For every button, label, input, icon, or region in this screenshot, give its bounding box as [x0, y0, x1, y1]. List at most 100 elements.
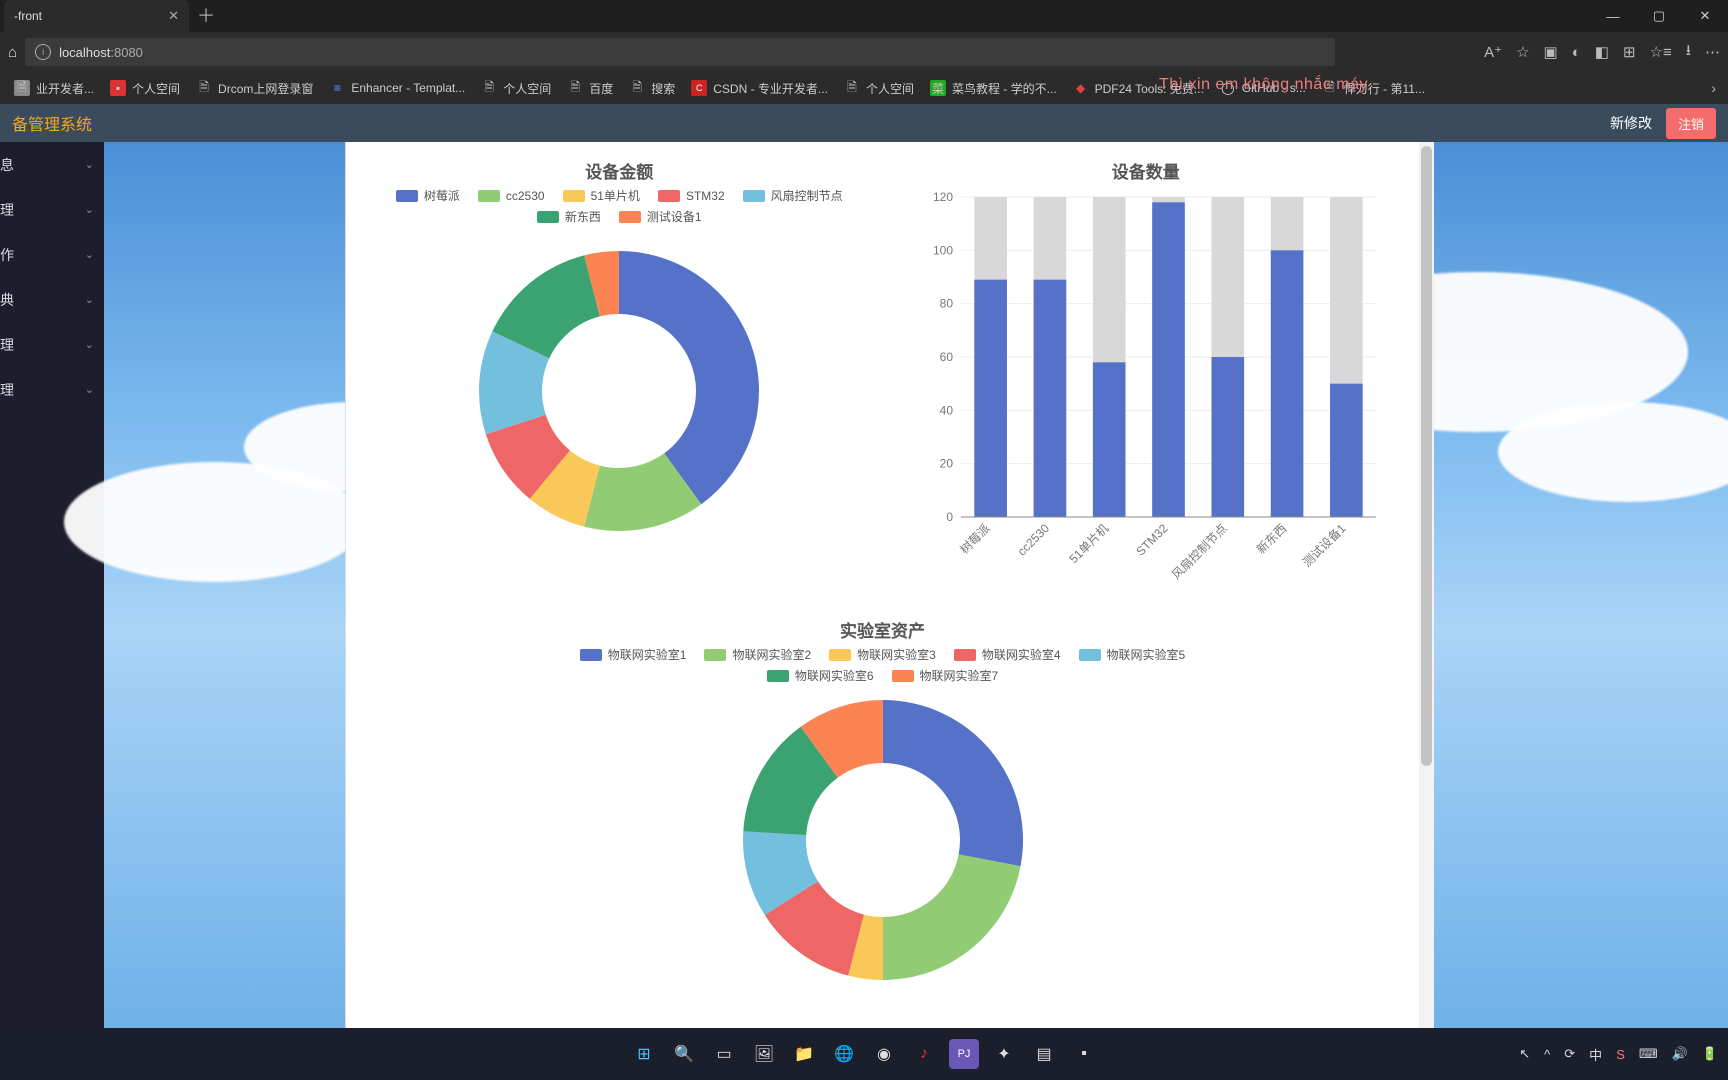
vertical-scrollbar[interactable] [1419, 142, 1434, 1028]
bookmarks-overflow-icon[interactable]: › [1711, 80, 1716, 96]
favorites-bar-icon[interactable]: ☆≡ [1650, 43, 1672, 61]
notepad-icon[interactable]: ▤ [1029, 1039, 1059, 1069]
bookmark-item[interactable]: 🗎Drcom上网登录窗 [190, 76, 319, 101]
url-port: :8080 [110, 45, 143, 60]
y-tick-label: 40 [939, 403, 953, 417]
extensions-menu-icon[interactable]: ⊞ [1623, 43, 1636, 61]
donut-slice[interactable] [883, 700, 1023, 866]
bookmark-item[interactable]: 菜菜鸟教程 - 学的不... [924, 76, 1063, 101]
address-bar[interactable]: i localhost:8080 [25, 38, 1335, 66]
system-tray[interactable]: ↖ ^ ⟳ 中 S ⌨ 🔊 🔋 [1519, 1028, 1718, 1080]
legend-swatch [580, 649, 602, 661]
legend-item[interactable]: 物联网实验室6 [767, 667, 874, 684]
app-menu-icon[interactable]: ⋯ [1705, 43, 1720, 61]
legend-item[interactable]: 物联网实验室7 [892, 667, 999, 684]
home-icon[interactable]: ⌂ [8, 44, 17, 61]
bookmark-label: Drcom上网登录窗 [218, 80, 313, 97]
chrome-icon[interactable]: ◉ [869, 1039, 899, 1069]
extension-icon[interactable]: ◐ [1572, 44, 1581, 61]
bar[interactable] [1330, 384, 1363, 517]
chart-title: 设备金额 [366, 158, 873, 183]
legend-item[interactable]: 风扇控制节点 [743, 187, 843, 204]
x-tick-label: cc2530 [1015, 521, 1052, 558]
legend-item[interactable]: 物联网实验室5 [1079, 646, 1186, 663]
collections-icon[interactable]: ▣ [1544, 43, 1558, 61]
volume-icon[interactable]: 🔊 [1672, 1046, 1688, 1062]
legend-item[interactable]: 树莓派 [396, 187, 460, 204]
app-icon[interactable]: ✦ [989, 1039, 1019, 1069]
browser-tab[interactable]: -front ✕ [4, 0, 189, 32]
new-tab-button[interactable]: ＋ [197, 2, 215, 28]
window-minimize-icon[interactable]: — [1590, 0, 1636, 32]
sidebar-item-label: 理 [0, 380, 14, 400]
battery-icon[interactable]: 🔋 [1702, 1046, 1718, 1062]
legend-item[interactable]: 新东西 [537, 208, 601, 225]
downloads-icon[interactable]: ⭳ [1686, 40, 1691, 65]
bookmark-item[interactable]: 🗎个人空间 [475, 76, 557, 101]
close-tab-icon[interactable]: ✕ [168, 8, 179, 24]
window-maximize-icon[interactable]: ▢ [1636, 0, 1682, 32]
terminal-icon[interactable]: ▪ [1069, 1039, 1099, 1069]
bookmark-item[interactable]: ≡Enhancer - Templat... [323, 76, 471, 100]
ime-indicator[interactable]: 中 [1589, 1045, 1602, 1064]
chart-title: 实验室资产 [563, 617, 1203, 642]
edge-icon[interactable]: 🌐 [829, 1039, 859, 1069]
bookmark-item[interactable]: CCSDN - 专业开发者... [685, 76, 834, 101]
extension2-icon[interactable]: ◧ [1595, 43, 1609, 61]
legend-item[interactable]: 测试设备1 [619, 208, 702, 225]
sidebar-item[interactable]: 息⌄ [0, 142, 104, 187]
photos-icon[interactable]: 🖼 [749, 1039, 779, 1069]
legend-label: 风扇控制节点 [771, 187, 843, 204]
taskview-icon[interactable]: ▭ [709, 1039, 739, 1069]
start-icon[interactable]: ⊞ [629, 1039, 659, 1069]
bar[interactable] [1152, 202, 1185, 517]
sidebar-item[interactable]: 理⌄ [0, 187, 104, 232]
search-icon[interactable]: 🔍 [669, 1039, 699, 1069]
legend-swatch [563, 190, 585, 202]
window-close-icon[interactable]: ✕ [1682, 0, 1728, 32]
sidebar-item[interactable]: 理⌄ [0, 322, 104, 367]
chart-legend[interactable]: 物联网实验室1 物联网实验室2 物联网实验室3 物联网实验室4 物联网实验室5 物联网实验… [563, 646, 1203, 684]
y-tick-label: 20 [939, 457, 953, 471]
legend-item[interactable]: 物联网实验室4 [954, 646, 1061, 663]
legend-label: cc2530 [506, 189, 545, 203]
bookmark-item[interactable]: 🗎业开发者... [8, 76, 100, 101]
tray-sync-icon[interactable]: ⟳ [1564, 1046, 1575, 1062]
explorer-icon[interactable]: 📁 [789, 1039, 819, 1069]
bookmark-label: CSDN - 专业开发者... [713, 80, 828, 97]
bookmark-item[interactable]: ▪个人空间 [104, 76, 186, 101]
y-tick-label: 120 [933, 190, 953, 204]
chart-legend[interactable]: 树莓派 cc2530 51单片机 STM32 风扇控制节点新东西 测试设备1 [366, 187, 873, 225]
bookmark-item[interactable]: 🗎个人空间 [838, 76, 920, 101]
logout-button[interactable]: 注销 [1666, 108, 1716, 139]
legend-item[interactable]: 物联网实验室1 [580, 646, 687, 663]
bar[interactable] [1033, 280, 1066, 517]
tray-app-icon[interactable]: S [1616, 1047, 1625, 1062]
legend-item[interactable]: 物联网实验室3 [829, 646, 936, 663]
sidebar-item[interactable]: 典⌄ [0, 277, 104, 322]
site-info-icon[interactable]: i [35, 44, 51, 60]
bar[interactable] [1271, 250, 1304, 517]
legend-item[interactable]: cc2530 [478, 187, 545, 204]
donut-slice[interactable] [883, 854, 1021, 980]
sidebar-item[interactable]: 理⌄ [0, 367, 104, 412]
bar[interactable] [1211, 357, 1244, 517]
legend-item[interactable]: 物联网实验室2 [704, 646, 811, 663]
favorite-icon[interactable]: ☆ [1516, 43, 1529, 61]
pycharm-icon[interactable]: PJ [949, 1039, 979, 1069]
header-link-edit[interactable]: 新修改 [1610, 113, 1652, 133]
bookmark-item[interactable]: 🗎搜索 [623, 76, 681, 101]
legend-item[interactable]: STM32 [658, 187, 725, 204]
tray-expand-icon[interactable]: ^ [1544, 1047, 1550, 1062]
read-aloud-icon[interactable]: A⁺ [1484, 43, 1502, 61]
netease-icon[interactable]: ♪ [909, 1039, 939, 1069]
tray-input-icon[interactable]: ⌨ [1639, 1046, 1658, 1062]
bar[interactable] [974, 280, 1007, 517]
windows-taskbar[interactable]: ⊞ 🔍 ▭ 🖼 📁 🌐 ◉ ♪ PJ ✦ ▤ ▪ [0, 1028, 1728, 1080]
sidebar-item[interactable]: 作⌄ [0, 232, 104, 277]
bookmark-item[interactable]: 🗎百度 [561, 76, 619, 101]
scroll-thumb[interactable] [1421, 146, 1432, 766]
legend-item[interactable]: 51单片机 [563, 187, 640, 204]
bar[interactable] [1093, 362, 1126, 517]
content-area: 设备金额 树莓派cc253051单片机STM32风扇控制节点新东西测试设备1 设… [345, 142, 1434, 1028]
